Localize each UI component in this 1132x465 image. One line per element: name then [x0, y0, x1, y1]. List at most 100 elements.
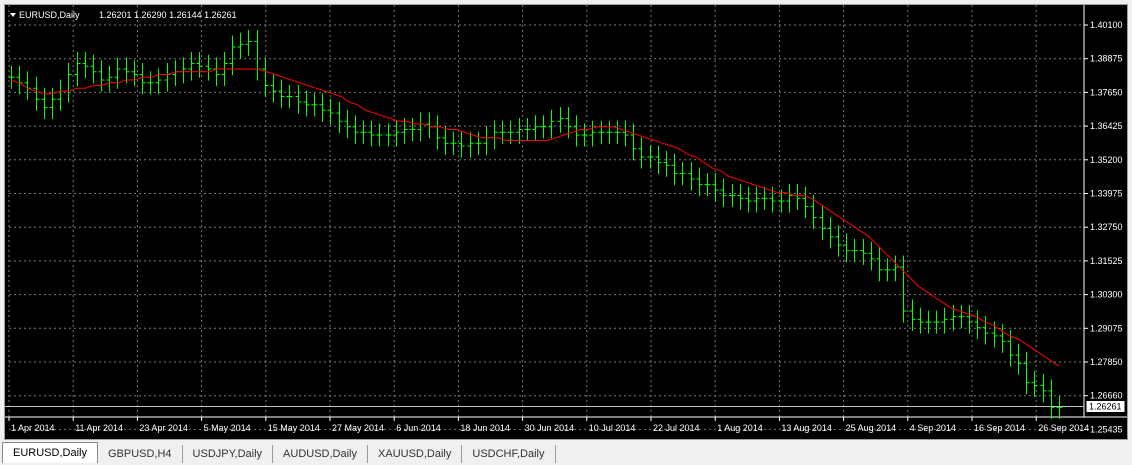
ohlc-bar [262, 57, 269, 98]
ohlc-bar [540, 115, 547, 139]
time-tick-label: 30 Jun 2014 [525, 423, 575, 433]
time-axis: 1 Apr 2014 11 Apr 2014 23 Apr 2014 5 May 20… [5, 416, 1127, 433]
ohlc-bar [213, 57, 220, 87]
dropdown-triangle-icon[interactable] [10, 13, 16, 17]
tab-gbpusd-h4[interactable]: GBPUSD,H4 [97, 445, 183, 463]
ohlc-bar [254, 29, 261, 81]
current-price-label: 1.26261 [1089, 402, 1122, 412]
ohlc-bar [868, 241, 875, 271]
ohlc-bar [155, 68, 162, 95]
ohlc-bar [114, 57, 121, 89]
ohlc-bar [909, 299, 916, 331]
ohlc-bar [442, 126, 449, 155]
price-tick-label: 1.37650 [1090, 87, 1123, 97]
ohlc-bar [57, 79, 64, 111]
price-tick-label: 1.35200 [1090, 155, 1123, 165]
price-chart[interactable]: 1.40100 1.38875 1.37650 1.36425 1.35200 1.339… [5, 5, 1127, 439]
time-tick-label: 26 Sep 2014 [1038, 423, 1089, 433]
price-tick-label: 1.40100 [1090, 20, 1123, 30]
ohlc-bar [876, 247, 883, 282]
ohlc-bar [532, 115, 539, 142]
ohlc-bar [41, 87, 48, 120]
price-tick-label: 1.33975 [1090, 189, 1123, 199]
time-tick-label: 27 May 2014 [332, 423, 384, 433]
ohlc-bar [671, 153, 678, 186]
time-tick-label: 25 Aug 2014 [846, 423, 897, 433]
tab-audusd-daily[interactable]: AUDUSD,Daily [273, 445, 369, 463]
ohlc-bar [638, 137, 645, 169]
ohlc-bar [467, 131, 474, 158]
tab-eurusd-daily[interactable]: EURUSD,Daily [2, 442, 98, 463]
tab-xauusd-daily[interactable]: XAUUSD,Daily [368, 445, 463, 463]
time-tick-label: 11 Apr 2014 [75, 423, 123, 433]
ohlc-bar [598, 120, 605, 144]
price-bars [8, 29, 1063, 419]
ohlc-bar [295, 84, 302, 114]
ohlc-bar [835, 225, 842, 257]
ohlc-bar [802, 186, 809, 219]
ohlc-values: 1.26201 1.26290 1.26144 1.26261 [99, 10, 237, 20]
price-tick-label: 1.31525 [1090, 256, 1123, 266]
ohlc-bar [344, 109, 351, 139]
price-axis: 1.40100 1.38875 1.37650 1.36425 1.35200 1.339… [1083, 5, 1123, 434]
ohlc-bar [278, 79, 285, 109]
ohlc-bar [982, 316, 989, 345]
ohlc-bar [74, 51, 81, 87]
ohlc-bar [1031, 371, 1038, 397]
ohlc-bar [327, 98, 334, 125]
tab-usdchf-daily[interactable]: USDCHF,Daily [462, 445, 556, 463]
ohlc-bar [745, 186, 752, 213]
time-tick-label: 18 Jun 2014 [460, 423, 510, 433]
ohlc-bar [679, 162, 686, 186]
price-tick-label: 1.36425 [1090, 121, 1123, 131]
price-tick-label: 1.32750 [1090, 222, 1123, 232]
chart-tabs: EURUSD,Daily GBPUSD,H4 USDJPY,Daily AUDUSD,… [2, 442, 556, 463]
ohlc-bar [819, 206, 826, 241]
ohlc-bar [941, 307, 948, 334]
ohlc-bar [917, 307, 924, 334]
time-tick-label: 16 Sep 2014 [974, 423, 1025, 433]
chart-area[interactable]: 1.40100 1.38875 1.37650 1.36425 1.35200 1.339… [4, 4, 1128, 440]
ohlc-bar [712, 173, 719, 202]
ohlc-bar [303, 90, 310, 117]
tab-usdjpy-daily[interactable]: USDJPY,Daily [182, 445, 274, 463]
ohlc-bar [622, 120, 629, 147]
time-tick-label: 6 Jun 2014 [396, 423, 441, 433]
ohlc-bar [360, 120, 367, 144]
ohlc-bar [548, 109, 555, 139]
price-tick-label: 1.38875 [1090, 54, 1123, 64]
ohlc-bar [1023, 351, 1030, 395]
ohlc-bar [843, 233, 850, 263]
ohlc-bar [33, 76, 40, 111]
ohlc-bar [319, 93, 326, 122]
ohlc-bar [98, 60, 105, 92]
ohlc-bar [786, 184, 793, 213]
ohlc-bar [123, 57, 130, 84]
ohlc-bar [614, 120, 621, 144]
ohlc-bar [524, 117, 531, 142]
ohlc-bar [450, 131, 457, 155]
ohlc-bar [753, 186, 760, 213]
ohlc-bar [106, 65, 113, 92]
ohlc-bar [188, 51, 195, 81]
ohlc-bar [557, 106, 564, 133]
ohlc-bar [409, 117, 416, 142]
ohlc-bar [483, 126, 490, 155]
time-tick-label: 23 Apr 2014 [139, 423, 188, 433]
ohlc-bar [958, 305, 965, 329]
ohlc-bar [270, 73, 277, 103]
ohlc-bar [516, 117, 523, 144]
price-tick-label: 1.26660 [1090, 391, 1123, 401]
ohlc-bar [180, 57, 187, 84]
ohlc-bar [164, 62, 171, 92]
ohlc-bar [336, 101, 343, 133]
ohlc-bar [647, 145, 654, 169]
ohlc-bar [286, 84, 293, 109]
time-tick-label: 1 Aug 2014 [717, 423, 763, 433]
ohlc-bar [1040, 373, 1047, 403]
ohlc-bar [696, 167, 703, 197]
ohlc-bar [385, 123, 392, 147]
price-tick-label: 1.29075 [1090, 323, 1123, 333]
ohlc-bar [1048, 379, 1055, 419]
terminal-window: 1.40100 1.38875 1.37650 1.36425 1.35200 1.339… [0, 0, 1132, 465]
